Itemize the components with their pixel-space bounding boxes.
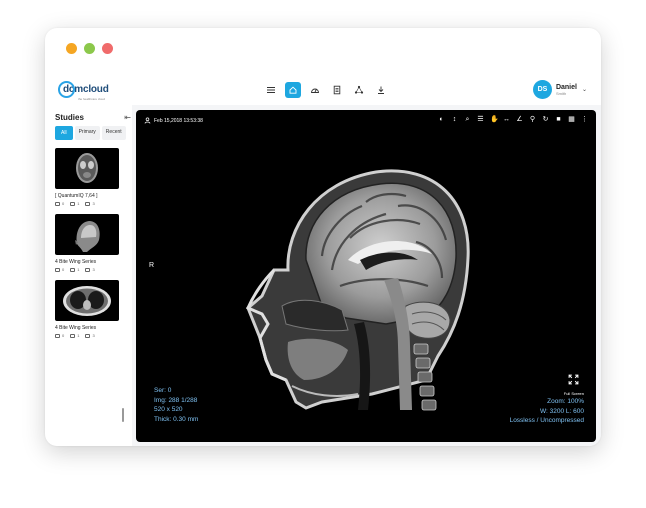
window-controls [66,43,113,54]
file-count: 3 [92,201,95,206]
user-menu[interactable]: DS Daniel Smith ⌄ [532,80,587,99]
sagittal-head-thumbnail [75,221,100,252]
study-name: [ QuantumIQ 7,64 ] [55,193,98,199]
image-count: 1 [77,267,80,272]
compression-info: Lossless / Uncompressed [509,417,584,425]
study-meta: 0 1 3 [55,267,131,272]
study-meta: 0 1 3 [55,333,131,338]
sagittal-mri-image [246,169,470,411]
main-nav [263,82,389,98]
logo-tagline: the healthcare cloud [78,97,106,101]
image-info: Img: 288 1/288 [154,396,198,404]
zoom-info: Zoom: 100% [547,398,584,405]
home-icon [289,86,297,94]
matrix-info: 520 x 520 [154,406,183,414]
sidebar-title: Studies [55,112,84,122]
document-button[interactable] [329,82,345,98]
home-button[interactable] [285,82,301,98]
series-info: Ser: 0 [154,387,172,394]
study-filter-tabs: All Primary Recent [55,126,131,140]
studies-sidebar: Studies ⇤ All Primary Recent [ QuantumIQ… [55,112,131,446]
user-first-name: Daniel [555,83,577,91]
menu-icon [267,86,275,94]
download-icon [378,86,384,94]
sidebar-scrollbar[interactable] [122,408,124,422]
series-icon [55,267,60,272]
image-count: 1 [77,333,80,338]
fullscreen-label: Full Screen [563,391,584,396]
images-icon [70,267,76,272]
series-count: 0 [62,267,65,272]
study-meta: 0 1 3 [55,201,131,206]
avatar: DS [532,80,552,99]
series-count: 0 [62,333,65,338]
overlay-info-left: Ser: 0 Img: 288 1/288 520 x 520 Thick: 0… [154,386,198,424]
file-count: 3 [92,333,95,338]
study-item[interactable]: 4 Bite Wing Series 0 1 3 [55,280,131,338]
file-count: 3 [92,267,95,272]
user-last-name: Smith [555,90,567,96]
study-thumbnail[interactable] [55,148,119,189]
study-thumbnail[interactable] [55,214,119,255]
top-bar: dcmcloud the healthcare cloud DS Daniel … [45,78,601,108]
window-maximize-button[interactable] [102,43,113,54]
fullscreen-icon [568,374,579,385]
study-thumbnail[interactable] [55,280,119,321]
study-name: 4 Bite Wing Series [55,259,97,265]
study-item[interactable]: [ QuantumIQ 7,64 ] 0 1 3 [55,148,131,206]
series-count: 0 [62,201,65,206]
study-name: 4 Bite Wing Series [55,325,97,331]
image-viewer[interactable]: Feb 15,2018 13:53:38 ◐ ↕ ⌕ ☰ ✋ ↔ ∠ ⚲ ↻ ■… [136,110,596,442]
files-icon [85,267,91,272]
sidebar-header: Studies ⇤ [55,112,131,122]
download-button[interactable] [373,82,389,98]
tab-recent[interactable]: Recent [101,126,126,140]
tab-primary[interactable]: Primary [74,126,100,140]
images-icon [70,333,76,338]
series-icon [55,201,60,206]
logo[interactable]: dcmcloud the healthcare cloud [58,81,109,101]
dashboard-button[interactable] [307,82,323,98]
logo-mark-icon [58,81,75,98]
share-icon [354,85,364,94]
overlay-info-right: Zoom: 100% W: 3200 L: 600 Lossless / Unc… [510,397,584,426]
menu-button[interactable] [263,82,279,98]
files-icon [85,201,91,206]
window-minimize-button[interactable] [84,43,95,54]
fullscreen-button[interactable]: Full Screen [564,372,584,396]
axial-head-thumbnail [76,153,98,183]
document-icon [333,85,341,95]
images-icon [70,201,76,206]
user-names: Daniel Smith [556,84,577,96]
share-button[interactable] [351,82,367,98]
image-count: 1 [77,201,80,206]
window-level-info: W: 3200 L: 600 [540,407,584,415]
thickness-info: Thick: 0.30 mm [154,415,199,423]
files-icon [85,333,91,338]
dashboard-icon [311,88,319,93]
collapse-sidebar-icon[interactable]: ⇤ [124,113,131,122]
chest-ct-thumbnail [63,286,111,316]
tab-all[interactable]: All [55,126,73,140]
series-icon [55,333,60,338]
study-item[interactable]: 4 Bite Wing Series 0 1 3 [55,214,131,272]
window-close-button[interactable] [66,43,77,54]
app-window: dcmcloud the healthcare cloud DS Daniel … [45,28,601,446]
chevron-down-icon: ⌄ [581,87,587,93]
